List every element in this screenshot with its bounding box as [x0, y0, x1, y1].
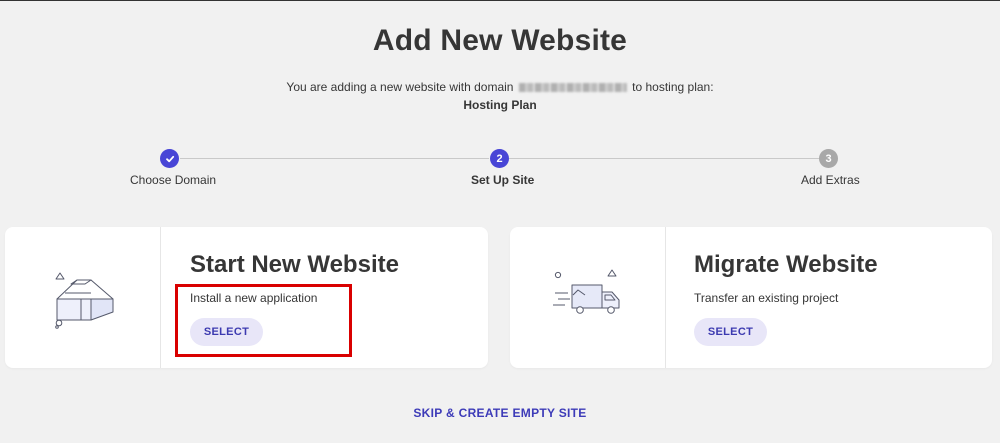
card-title: Start New Website [190, 251, 399, 278]
step-2-circle: 2 [490, 149, 509, 168]
step-2-label: Set Up Site [471, 173, 535, 187]
subtitle: You are adding a new website with domain… [0, 80, 1000, 94]
card-title: Migrate Website [694, 251, 878, 278]
house-box-icon [55, 272, 114, 329]
skip-create-empty-site-link[interactable]: SKIP & CREATE EMPTY SITE [0, 406, 1000, 420]
card-illustration [510, 227, 666, 368]
start-new-website-select-button[interactable]: SELECT [190, 318, 263, 346]
card-description: Transfer an existing project [694, 291, 839, 305]
stepper-line-2 [509, 158, 819, 159]
page-title: Add New Website [372, 24, 628, 57]
start-new-website-card[interactable]: Start New Website Install a new applicat… [5, 227, 488, 368]
stepper-line-1 [180, 158, 489, 159]
subtitle-suffix: to hosting plan: [632, 80, 714, 94]
hosting-plan-name: Hosting Plan [463, 98, 537, 112]
card-illustration [5, 227, 161, 368]
card-description: Install a new application [190, 291, 318, 305]
subtitle-prefix: You are adding a new website with domain [286, 80, 514, 94]
migrate-website-select-button[interactable]: SELECT [694, 318, 767, 346]
step-1-check-icon [160, 149, 179, 168]
migrate-website-card[interactable]: Migrate Website Transfer an existing pro… [510, 227, 992, 368]
step-3-circle: 3 [819, 149, 838, 168]
skip-link-label[interactable]: SKIP & CREATE EMPTY SITE [413, 406, 586, 420]
blurred-domain [518, 83, 627, 93]
step-1-label: Choose Domain [130, 173, 217, 187]
top-border [0, 0, 1000, 1]
step-3-label: Add Extras [801, 173, 860, 187]
delivery-truck-icon [553, 269, 620, 314]
